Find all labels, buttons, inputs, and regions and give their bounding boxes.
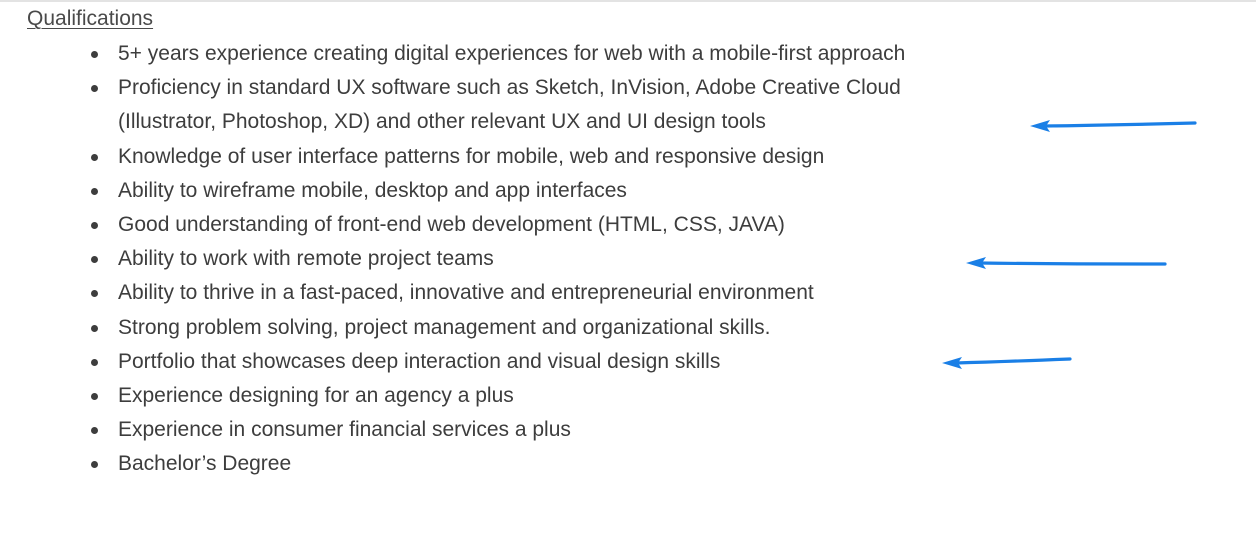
list-item: Knowledge of user interface patterns for… [91,140,998,174]
list-item-text: Strong problem solving, project manageme… [118,315,771,339]
arrow-icon-item-5 [978,261,1167,266]
list-item-text: Ability to thrive in a fast-paced, innov… [118,281,814,305]
list-item: Bachelor’s Degree [91,447,998,481]
bullet-icon [91,85,98,93]
bullet-icon [91,393,98,401]
top-divider [0,0,1256,2]
bullet-icon [91,51,98,58]
list-item: Portfolio that showcases deep interactio… [91,345,998,379]
list-item-text: Good understanding of front-end web deve… [118,213,785,237]
bullet-icon [91,427,98,435]
list-item: Proficiency in standard UX software such… [91,71,998,139]
list-item: Good understanding of front-end web deve… [91,208,998,242]
list-item-text: Bachelor’s Degree [118,452,292,476]
list-item-text: Knowledge of user interface patterns for… [118,144,825,168]
list-item: Strong problem solving, project manageme… [91,311,998,345]
list-item-text: Experience in consumer financial service… [118,418,571,442]
bullet-icon [91,153,98,161]
bullet-icon [91,222,98,230]
list-item: 5+ years experience creating digital exp… [91,37,998,71]
list-item-text: Proficiency in standard UX software such… [118,76,901,134]
list-item: Experience designing for an agency a plu… [91,379,998,413]
bullet-icon [91,324,98,332]
qualifications-list: 5+ years experience creating digital exp… [91,37,998,482]
bullet-icon [91,290,98,298]
list-item: Ability to wireframe mobile, desktop and… [91,174,998,208]
list-item-text: Ability to wireframe mobile, desktop and… [118,178,627,202]
arrow-icon-item-2-head [1030,120,1050,132]
list-item: Ability to work with remote project team… [91,242,998,276]
bullet-icon [91,256,98,264]
section-heading: Qualifications [27,7,154,30]
bullet-icon [91,461,98,469]
list-item-text: Portfolio that showcases deep interactio… [118,349,721,373]
bullet-icon [91,358,98,366]
list-item-text: Experience designing for an agency a plu… [118,384,514,408]
list-item-text: Ability to work with remote project team… [118,247,494,271]
list-item-text: 5+ years experience creating digital exp… [118,42,906,65]
bullet-icon [91,187,98,195]
list-item: Ability to thrive in a fast-paced, innov… [91,276,998,310]
list-item: Experience in consumer financial service… [91,413,998,447]
arrow-icon-item-2 [1042,121,1197,128]
